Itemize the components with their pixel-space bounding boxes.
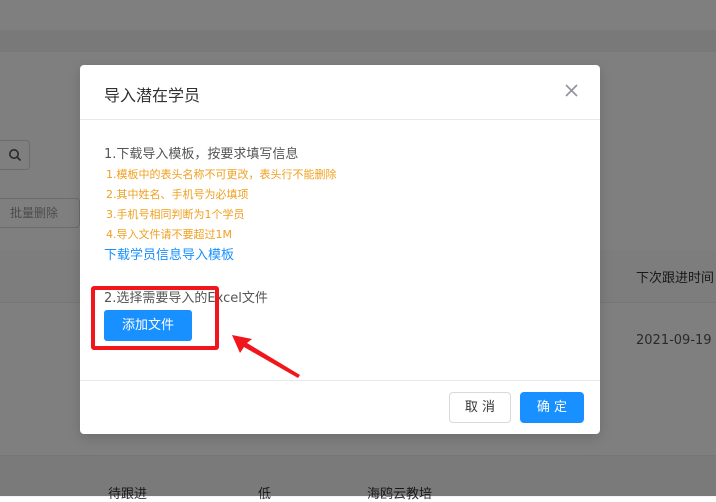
close-icon — [565, 84, 578, 97]
note-item: 3.手机号相同判断为1个学员 — [106, 208, 245, 221]
confirm-button[interactable]: 确 定 — [520, 392, 584, 423]
note-item: 2.其中姓名、手机号为必填项 — [106, 188, 249, 201]
note-item: 4.导入文件请不要超过1M — [106, 228, 232, 241]
dialog-header: 导入潜在学员 — [80, 65, 600, 120]
highlight-box — [91, 286, 219, 350]
note-item: 1.模板中的表头名称不可更改，表头行不能删除 — [106, 168, 337, 181]
close-button[interactable] — [562, 81, 582, 101]
step1-text: 1.下载导入模板，按要求填写信息 — [104, 147, 299, 162]
dialog-body: 1.下载导入模板，按要求填写信息 1.模板中的表头名称不可更改，表头行不能删除 … — [104, 145, 576, 267]
dialog-footer: 取 消 确 定 — [80, 380, 600, 435]
dialog-title: 导入潜在学员 — [104, 86, 201, 105]
annotation-arrow-icon — [232, 335, 300, 378]
cancel-button[interactable]: 取 消 — [449, 392, 511, 423]
import-dialog: 导入潜在学员 1.下载导入模板，按要求填写信息 1.模板中的表头名称不可更改，表… — [80, 65, 600, 434]
download-template-link[interactable]: 下载学员信息导入模板 — [104, 245, 576, 267]
